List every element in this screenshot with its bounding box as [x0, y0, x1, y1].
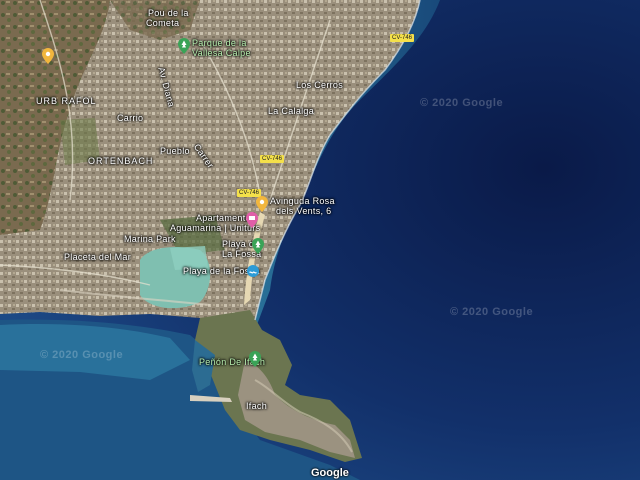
place-label[interactable]: Cometa: [146, 18, 179, 28]
road-shield: CV-746: [390, 34, 415, 42]
place-label[interactable]: Pou de la: [148, 8, 189, 18]
place-label[interactable]: Placeta del Mar: [64, 252, 131, 262]
park-pin-icon[interactable]: [249, 351, 261, 367]
copyright-watermark: © 2020 Google: [40, 349, 124, 361]
place-label[interactable]: Carrio: [117, 113, 143, 123]
road-shield: CV-746: [260, 155, 285, 163]
map-imagery: [0, 0, 640, 480]
poi-label[interactable]: Avinguda Rosa: [270, 196, 335, 206]
district-label[interactable]: ORTENBACH: [88, 156, 153, 166]
beach-icon[interactable]: [247, 263, 259, 279]
park-pin-icon[interactable]: [178, 38, 190, 54]
place-label[interactable]: La Calalga: [268, 106, 314, 116]
place-label[interactable]: Marina Park: [124, 234, 176, 244]
hotel-pin-icon[interactable]: [246, 212, 258, 228]
place-label[interactable]: Ifach: [246, 401, 267, 411]
park-label[interactable]: Parque de la: [192, 38, 247, 48]
google-logo: Google: [311, 467, 349, 479]
poi-label[interactable]: dels Vents, 6: [276, 206, 331, 216]
place-label[interactable]: Los Cerros: [296, 80, 343, 90]
district-label[interactable]: URB RAFOL: [36, 96, 97, 106]
satellite-map[interactable]: © 2020 Google © 2020 Google © 2020 Googl…: [0, 0, 640, 480]
place-label[interactable]: Pueblo: [160, 146, 190, 156]
beach-pin-icon[interactable]: [252, 238, 264, 254]
copyright-watermark: © 2020 Google: [450, 306, 534, 318]
location-pin-icon[interactable]: [256, 196, 268, 212]
park-label[interactable]: Vallesa Calpe: [192, 48, 251, 58]
place-pin-icon[interactable]: [42, 48, 54, 64]
copyright-watermark: © 2020 Google: [420, 97, 504, 109]
